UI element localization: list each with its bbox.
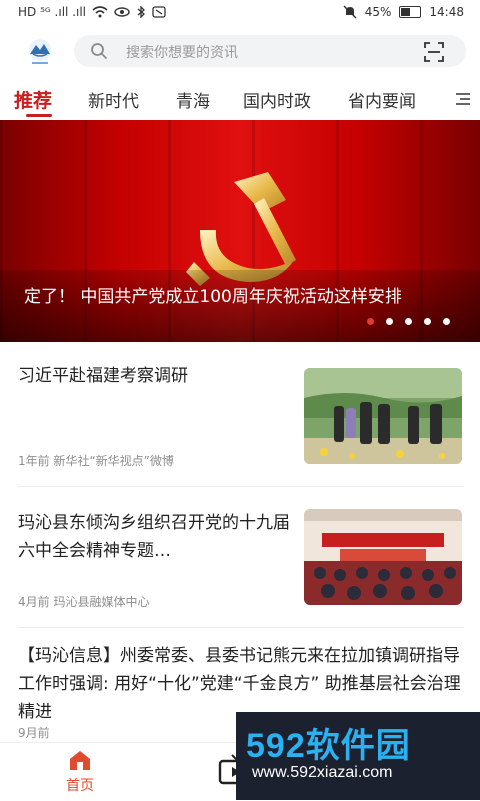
eye-icon <box>114 7 130 17</box>
carousel-dots <box>367 318 450 325</box>
news-title[interactable]: 玛沁县东倾沟乡组织召开党的十九届六中全会精神专题… <box>18 509 290 565</box>
news-item[interactable]: 习近平赴福建考察调研 1年前 新华社“新华视点”微博 <box>0 342 480 486</box>
tab-provincial-news[interactable]: 省内要闻 <box>348 87 416 112</box>
scan-icon[interactable] <box>424 42 444 62</box>
status-right: 45% 14:48 <box>343 5 464 19</box>
carousel-dot[interactable] <box>367 318 374 325</box>
clock: 14:48 <box>429 5 464 19</box>
news-title[interactable]: 习近平赴福建考察调研 <box>18 362 290 390</box>
status-bar: HD ⁵ᴳ .ıll .ıll 45% 14:48 <box>0 0 480 26</box>
active-tab-indicator <box>26 114 52 117</box>
app-logo-icon[interactable] <box>24 36 56 68</box>
tab-qinghai[interactable]: 青海 <box>176 87 210 112</box>
bluetooth-icon <box>137 6 145 18</box>
category-tabs: 推荐 新时代 青海 国内时政 省内要闻 <box>0 78 480 120</box>
search-placeholder: 搜索你想要的资讯 <box>126 45 238 61</box>
search-icon <box>91 43 107 59</box>
nav-home-label: 首页 <box>66 778 94 794</box>
menu-icon[interactable] <box>454 92 472 106</box>
news-meta: 1年前 新华社“新华视点”微博 <box>18 454 174 468</box>
carousel-dot[interactable] <box>386 318 393 325</box>
status-left: HD ⁵ᴳ .ıll .ıll <box>18 5 166 19</box>
battery-percent: 45% <box>364 5 392 19</box>
news-item[interactable]: 玛沁县东倾沟乡组织召开党的十九届六中全会精神专题… 4月前 玛沁县融媒体中心 <box>0 487 480 627</box>
banner-caption: 定了！ 中国共产党成立100周年庆祝活动这样安排 <box>24 287 402 307</box>
watermark-url: www.592xiazai.com <box>252 764 393 781</box>
wifi-icon <box>92 6 108 18</box>
tab-domestic-politics[interactable]: 国内时政 <box>243 87 311 112</box>
watermark: 592软件园 www.592xiazai.com <box>236 712 480 800</box>
banner-carousel[interactable]: 定了！ 中国共产党成立100周年庆祝活动这样安排 <box>0 120 480 342</box>
header: 搜索你想要的资讯 <box>0 26 480 76</box>
carousel-dot[interactable] <box>443 318 450 325</box>
tab-new-era[interactable]: 新时代 <box>88 87 139 112</box>
tab-recommend[interactable]: 推荐 <box>14 86 52 113</box>
news-thumbnail[interactable] <box>304 368 462 464</box>
news-thumbnail[interactable] <box>304 509 462 605</box>
news-meta: 4月前 玛沁县融媒体中心 <box>18 595 150 609</box>
carousel-dot[interactable] <box>424 318 431 325</box>
watermark-brand: 592软件园 <box>246 727 411 765</box>
signal-indicators: HD ⁵ᴳ .ıll .ıll <box>18 5 87 19</box>
nfc-icon <box>152 6 166 18</box>
nav-home[interactable]: 首页 <box>30 743 130 801</box>
home-icon <box>70 751 90 770</box>
mute-bell-icon <box>343 5 357 19</box>
battery-icon <box>399 6 422 18</box>
news-meta: 9月前 <box>18 726 50 740</box>
carousel-dot[interactable] <box>405 318 412 325</box>
search-bar[interactable]: 搜索你想要的资讯 <box>74 35 466 67</box>
